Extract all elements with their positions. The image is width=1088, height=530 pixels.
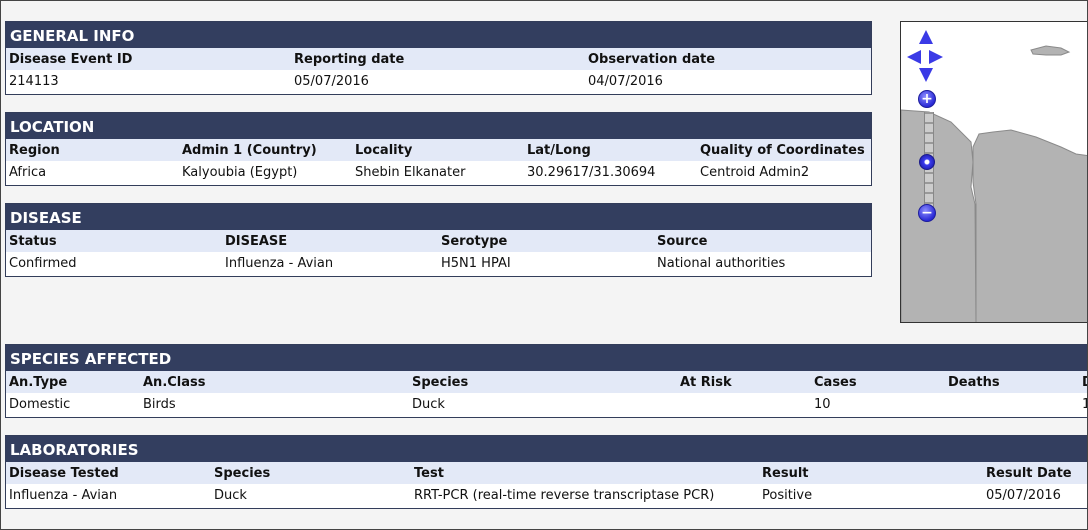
header-species: Species <box>409 371 677 393</box>
general-info-title: GENERAL INFO <box>6 22 871 48</box>
table-header-row: Status DISEASE Serotype Source <box>6 230 871 252</box>
disease-tested-value: Influenza - Avian <box>6 484 211 507</box>
table-row: Domestic Birds Duck 10 1 <box>6 393 1087 416</box>
pan-right-button[interactable] <box>929 50 943 64</box>
species-affected-panel: SPECIES AFFECTED An.Type An.Class Specie… <box>5 344 1087 418</box>
reporting-date-value: 05/07/2016 <box>291 70 585 93</box>
disease-panel: DISEASE Status DISEASE Serotype Source C… <box>5 203 872 277</box>
locality-value: Shebin Elkanater <box>352 161 524 184</box>
disease-title: DISEASE <box>6 204 871 230</box>
zoom-out-button[interactable]: − <box>918 204 936 222</box>
header-lab-species: Species <box>211 462 411 484</box>
laboratories-title: LABORATORIES <box>6 436 1087 462</box>
table-row: 214113 05/07/2016 04/07/2016 <box>6 70 871 93</box>
laboratories-table: Disease Tested Species Test Result Resul… <box>6 462 1087 507</box>
location-title: LOCATION <box>6 113 871 139</box>
test-value: RRT-PCR (real-time reverse transcriptase… <box>411 484 759 507</box>
header-serotype: Serotype <box>438 230 654 252</box>
at-risk-value <box>677 393 811 416</box>
location-table: Region Admin 1 (Country) Locality Lat/Lo… <box>6 139 871 184</box>
header-result-date: Result Date <box>983 462 1087 484</box>
species-value: Duck <box>409 393 677 416</box>
lat-long-value: 30.29617/31.30694 <box>524 161 697 184</box>
region-value: Africa <box>6 161 179 184</box>
header-disease-tested: Disease Tested <box>6 462 211 484</box>
source-value: National authorities <box>654 252 871 275</box>
species-affected-title: SPECIES AFFECTED <box>6 345 1087 371</box>
header-result: Result <box>759 462 983 484</box>
serotype-value: H5N1 HPAI <box>438 252 654 275</box>
laboratories-panel: LABORATORIES Disease Tested Species Test… <box>5 435 1087 509</box>
pan-down-button[interactable] <box>919 68 933 82</box>
header-cases: Cases <box>811 371 945 393</box>
admin1-country-value: Kalyoubia (Egypt) <box>179 161 352 184</box>
disease-event-id-value: 214113 <box>6 70 291 93</box>
header-an-type: An.Type <box>6 371 140 393</box>
table-header-row: An.Type An.Class Species At Risk Cases D… <box>6 371 1087 393</box>
header-disease: DISEASE <box>222 230 438 252</box>
zoom-slider-handle[interactable] <box>919 154 935 170</box>
pan-left-button[interactable] <box>907 50 921 64</box>
table-row: Influenza - Avian Duck RRT-PCR (real-tim… <box>6 484 1087 507</box>
header-reporting-date: Reporting date <box>291 48 585 70</box>
table-header-row: Disease Event ID Reporting date Observat… <box>6 48 871 70</box>
header-locality: Locality <box>352 139 524 161</box>
disease-table: Status DISEASE Serotype Source Confirmed… <box>6 230 871 275</box>
header-admin1-country: Admin 1 (Country) <box>179 139 352 161</box>
deaths-value <box>945 393 1079 416</box>
table-header-row: Region Admin 1 (Country) Locality Lat/Lo… <box>6 139 871 161</box>
table-row: Confirmed Influenza - Avian H5N1 HPAI Na… <box>6 252 871 275</box>
event-detail-page: GENERAL INFO Disease Event ID Reporting … <box>0 0 1088 530</box>
general-info-panel: GENERAL INFO Disease Event ID Reporting … <box>5 21 872 95</box>
disease-value: Influenza - Avian <box>222 252 438 275</box>
header-quality-of-coordinates: Quality of Coordinates <box>697 139 871 161</box>
zoom-in-button[interactable]: + <box>918 90 936 108</box>
map-pan-control <box>907 30 943 84</box>
location-panel: LOCATION Region Admin 1 (Country) Locali… <box>5 112 872 186</box>
header-test: Test <box>411 462 759 484</box>
table-row: Africa Kalyoubia (Egypt) Shebin Elkanate… <box>6 161 871 184</box>
outbreak-map[interactable]: + − <box>900 21 1087 323</box>
header-an-class: An.Class <box>140 371 409 393</box>
header-truncated: D <box>1079 371 1087 393</box>
header-at-risk: At Risk <box>677 371 811 393</box>
species-affected-table: An.Type An.Class Species At Risk Cases D… <box>6 371 1087 416</box>
header-source: Source <box>654 230 871 252</box>
result-value: Positive <box>759 484 983 507</box>
lab-species-value: Duck <box>211 484 411 507</box>
header-deaths: Deaths <box>945 371 1079 393</box>
quality-of-coordinates-value: Centroid Admin2 <box>697 161 871 184</box>
an-class-value: Birds <box>140 393 409 416</box>
cases-value: 10 <box>811 393 945 416</box>
general-info-table: Disease Event ID Reporting date Observat… <box>6 48 871 93</box>
observation-date-value: 04/07/2016 <box>585 70 871 93</box>
header-observation-date: Observation date <box>585 48 871 70</box>
header-lat-long: Lat/Long <box>524 139 697 161</box>
header-status: Status <box>6 230 222 252</box>
an-type-value: Domestic <box>6 393 140 416</box>
result-date-value: 05/07/2016 <box>983 484 1087 507</box>
header-region: Region <box>6 139 179 161</box>
header-disease-event-id: Disease Event ID <box>6 48 291 70</box>
pan-up-button[interactable] <box>919 30 933 44</box>
table-header-row: Disease Tested Species Test Result Resul… <box>6 462 1087 484</box>
truncated-value: 1 <box>1079 393 1087 416</box>
status-value: Confirmed <box>6 252 222 275</box>
